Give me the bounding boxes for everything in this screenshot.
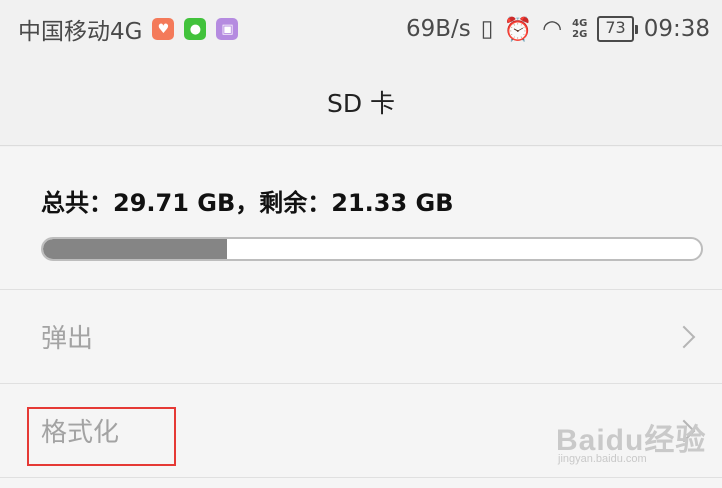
status-right: 69B/s ▯ ⏰ ◠ 4G 2G 73 09:38	[406, 16, 710, 43]
battery-level: 73	[605, 18, 626, 37]
wifi-icon: ◠	[542, 16, 563, 42]
chevron-right-icon	[672, 325, 696, 348]
storage-section: 总共：29.71 GB，剩余：21.33 GB	[0, 147, 722, 290]
watermark: Baidu经验 jingyan.baidu.com	[556, 415, 706, 465]
carrier-label: 中国移动4G	[18, 19, 143, 45]
storage-progress-fill	[43, 239, 228, 259]
watermark-url: jingyan.baidu.com	[558, 453, 647, 465]
clock: 09:38	[643, 16, 710, 42]
signal-top-label: 4G	[572, 18, 588, 29]
format-highlight-box	[27, 407, 176, 466]
storage-progress-bar	[41, 237, 703, 261]
status-bar: 中国移动4G ♥ ● ▣ 69B/s ▯ ⏰ ◠ 4G 2G 73 09:38	[0, 0, 722, 58]
battery-icon: 73	[597, 16, 639, 42]
wechat-icon: ●	[184, 18, 207, 40]
signal-icon: 4G 2G	[572, 18, 587, 40]
gallery-icon: ▣	[216, 18, 239, 40]
title-bar: SD 卡	[0, 58, 722, 146]
storage-summary: 总共：29.71 GB，剩余：21.33 GB	[41, 189, 454, 217]
signal-bottom-label: 2G	[572, 29, 588, 40]
status-left: 中国移动4G ♥ ● ▣	[18, 12, 239, 46]
network-speed: 69B/s	[406, 16, 471, 42]
alarm-icon: ⏰	[503, 16, 533, 43]
health-app-icon: ♥	[152, 18, 175, 40]
vibrate-icon: ▯	[480, 16, 494, 42]
eject-label: 弹出	[41, 324, 94, 354]
page-title: SD 卡	[326, 88, 396, 118]
eject-item[interactable]: 弹出	[0, 290, 722, 384]
